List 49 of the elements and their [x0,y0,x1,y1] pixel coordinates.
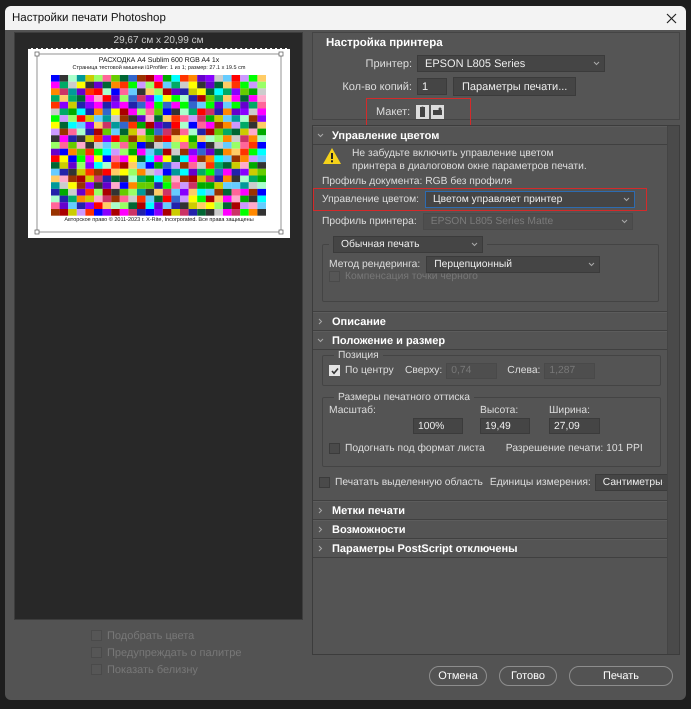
checkbox-label: Подогнать под формат листа [345,443,485,454]
field-label: Ширина: [549,405,591,416]
dialog-button[interactable]: Отмена [429,666,487,686]
field-label: Сверху: [405,365,442,376]
dropdown[interactable]: Цветом управляет принтер [425,191,636,208]
page-size-label: 29,67 см x 20,99 см [112,35,204,47]
section-header[interactable]: Параметры PostScript отключены [313,539,667,558]
checkbox[interactable] [329,443,340,454]
field-label: Слева: [507,365,540,376]
checkbox-label: Печатать выделенную область [335,477,483,488]
field-label: Принтер: [364,58,413,70]
input-field[interactable]: 1 [417,78,447,95]
group-title: Позиция [338,350,379,361]
scrollbar[interactable] [667,126,679,654]
dropdown[interactable]: Сантиметры [594,474,669,491]
panel-title: Настройка принтера [326,37,444,51]
input-field[interactable]: 27,09 [549,418,600,434]
window-title: Настройки печати Photoshop [12,12,166,24]
dialog-button[interactable]: Готово [499,666,557,686]
resolution-text: Разрешение печати: 101 PPI [506,443,643,454]
portrait-orientation-icon[interactable] [416,105,430,119]
landscape-orientation-icon[interactable] [431,105,444,119]
group-title: Размеры печатного оттиска [338,392,470,403]
section-header[interactable]: Положение и размер [313,331,667,350]
field-label: Кол-во копий: [341,80,413,92]
warning-message: Не забудьте включить управление цветом принтера в диалоговом окне параметров печати. [352,147,587,173]
field-label: Управление цветом: [322,194,420,205]
print-settings-button[interactable]: Параметры печати... [453,77,576,96]
checkbox-label: По центру [345,365,395,376]
field-label: Метод рендеринга: [329,259,422,270]
checkbox[interactable] [319,477,330,488]
close-icon[interactable] [666,12,677,24]
section-header[interactable]: Метки печати [313,501,667,520]
field-label: Единицы измерения: [490,477,591,488]
dialog-button[interactable]: Печать [569,666,673,686]
field-label: Профиль принтера: [322,216,418,227]
input-field[interactable]: 100% [413,418,463,434]
dropdown[interactable]: EPSON L805 Series [417,55,605,72]
section-header[interactable]: Управление цветом [313,126,667,145]
dropdown[interactable]: Перцепционный [426,256,600,273]
document-profile-text: Профиль документа: RGB без профиля [322,176,514,187]
input-field[interactable]: 19,49 [480,418,530,434]
warning-icon [322,147,342,165]
section-header[interactable]: Возможности [313,520,667,539]
dropdown[interactable]: Обычная печать [333,236,483,253]
field-label: Масштаб: [329,405,377,416]
section-header[interactable]: Описание [313,312,667,331]
field-label: Высота: [480,405,520,416]
field-label: Макет: [376,106,412,118]
